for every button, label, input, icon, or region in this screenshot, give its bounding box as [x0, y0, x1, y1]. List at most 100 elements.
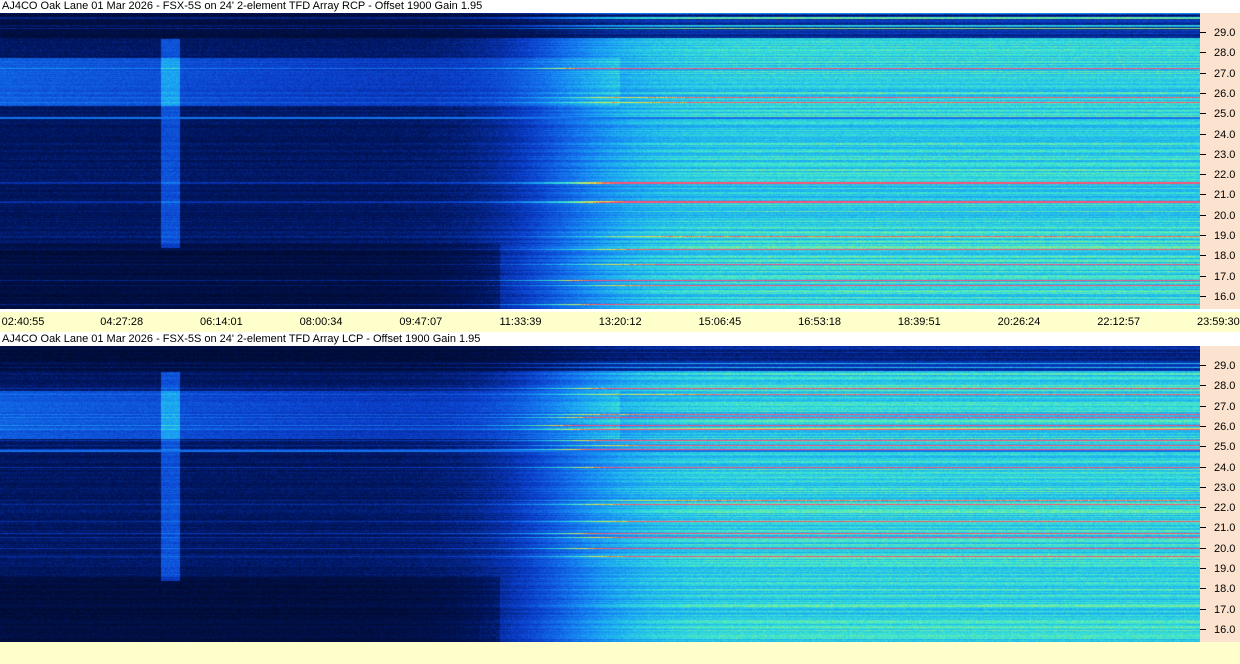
- rcp-freq-tick: 27.0: [1200, 68, 1240, 80]
- lcp-panel-title: AJ4CO Oak Lane 01 Mar 2026 - FSX-5S on 2…: [2, 333, 481, 345]
- time-tick-label: 20:26:24: [997, 316, 1041, 328]
- freq-tick-label: 19.0: [1214, 563, 1236, 575]
- rcp-freq-tick: 17.0: [1200, 271, 1240, 283]
- freq-tick-label: 18.0: [1214, 250, 1236, 263]
- tick-mark: [1200, 275, 1206, 277]
- lcp-waterfall-image: [0, 346, 1200, 642]
- time-tick-label: 13:20:12: [598, 316, 642, 328]
- tick-mark: [1200, 588, 1206, 590]
- time-tick-label: 11:33:39: [499, 316, 542, 328]
- lcp-freq-tick: 27.0: [1200, 401, 1240, 413]
- rcp-frequency-axis: 29.0 28.0 27.0 26.0 25.0 24.0 23.0 22.0 21.0 20.0…: [1200, 13, 1240, 309]
- rcp-freq-tick: 18.0: [1200, 250, 1240, 262]
- freq-tick-label: 20.0: [1214, 542, 1236, 555]
- rcp-freq-tick: 25.0: [1200, 108, 1240, 120]
- tick-mark: [1200, 385, 1206, 387]
- tick-mark: [1200, 527, 1206, 529]
- lcp-freq-tick: 29.0: [1200, 360, 1240, 372]
- lcp-freq-tick: 25.0: [1200, 441, 1240, 453]
- lcp-freq-tick: 17.0: [1200, 604, 1240, 616]
- lcp-freq-tick: 23.0: [1200, 482, 1240, 494]
- freq-tick-label: 25.0: [1214, 441, 1236, 454]
- tick-mark: [1200, 486, 1206, 488]
- rcp-freq-tick: 28.0: [1200, 47, 1240, 59]
- tick-mark: [1200, 92, 1206, 94]
- time-tick-label: 18:39:51: [897, 316, 941, 328]
- time-tick-label: 06:14:01: [199, 316, 243, 328]
- tick-mark: [1200, 72, 1206, 74]
- tick-mark: [1200, 153, 1206, 155]
- lcp-spectrogram: [0, 346, 1200, 642]
- freq-tick-label: 23.0: [1214, 481, 1236, 494]
- tick-mark: [1200, 405, 1206, 407]
- freq-tick-label: 20.0: [1214, 209, 1236, 222]
- lcp-freq-tick: 18.0: [1200, 583, 1240, 595]
- lcp-freq-tick: 16.0: [1200, 624, 1240, 636]
- tick-mark: [1200, 446, 1206, 448]
- rcp-waterfall-image: [0, 13, 1200, 309]
- freq-tick-label: 29.0: [1214, 360, 1236, 372]
- tick-mark: [1200, 194, 1206, 196]
- rcp-freq-tick: 16.0: [1200, 291, 1240, 303]
- rcp-freq-tick: 21.0: [1200, 189, 1240, 201]
- rcp-freq-tick: 24.0: [1200, 129, 1240, 141]
- tick-mark: [1200, 295, 1206, 297]
- freq-tick-label: 18.0: [1214, 583, 1236, 596]
- freq-tick-label: 17.0: [1214, 270, 1236, 283]
- rcp-freq-tick: 23.0: [1200, 149, 1240, 161]
- lcp-freq-tick: 28.0: [1200, 380, 1240, 392]
- tick-mark: [1200, 113, 1206, 115]
- freq-tick-label: 26.0: [1214, 87, 1236, 100]
- time-tick-label: 08:00:34: [299, 316, 343, 328]
- rcp-freq-tick: 19.0: [1200, 230, 1240, 242]
- lcp-freq-tick: 26.0: [1200, 421, 1240, 433]
- freq-tick-label: 24.0: [1214, 461, 1236, 474]
- rcp-spectrogram: [0, 13, 1200, 309]
- freq-tick-label: 17.0: [1214, 603, 1236, 616]
- tick-mark: [1200, 466, 1206, 468]
- tick-mark: [1200, 507, 1206, 509]
- time-tick-label: 16:53:18: [798, 316, 841, 328]
- freq-tick-label: 22.0: [1214, 169, 1236, 182]
- lcp-frequency-axis: 29.0 28.0 27.0 26.0 25.0 24.0 23.0 22.0 21.0 20.0…: [1200, 346, 1240, 642]
- tick-mark: [1200, 608, 1206, 610]
- tick-mark: [1200, 568, 1206, 569]
- freq-tick-label: 19.0: [1214, 230, 1236, 242]
- tick-mark: [1200, 547, 1206, 549]
- rcp-freq-tick: 20.0: [1200, 210, 1240, 222]
- time-axis: 02:40:55 04:27:28 06:14:01 08:00:34 09:47:07…: [0, 312, 1240, 332]
- tick-mark: [1200, 133, 1206, 135]
- tick-mark: [1200, 235, 1206, 236]
- freq-tick-label: 26.0: [1214, 420, 1236, 433]
- tick-mark: [1200, 174, 1206, 176]
- time-tick-label: 02:40:55: [1, 316, 45, 328]
- lcp-freq-tick: 24.0: [1200, 462, 1240, 474]
- tick-mark: [1200, 365, 1206, 366]
- freq-tick-label: 22.0: [1214, 502, 1236, 515]
- tick-mark: [1200, 628, 1206, 630]
- tick-mark: [1200, 52, 1206, 54]
- tick-mark: [1200, 255, 1206, 257]
- tick-mark: [1200, 32, 1206, 33]
- rcp-freq-tick: 26.0: [1200, 88, 1240, 100]
- time-tick-label: 22:12:57: [1097, 316, 1141, 328]
- freq-tick-label: 28.0: [1214, 380, 1236, 393]
- lcp-freq-tick: 22.0: [1200, 502, 1240, 514]
- lcp-freq-tick: 20.0: [1200, 543, 1240, 555]
- lcp-freq-tick: 19.0: [1200, 563, 1240, 575]
- rcp-panel-title: AJ4CO Oak Lane 01 Mar 2026 - FSX-5S on 2…: [2, 0, 483, 12]
- freq-tick-label: 21.0: [1214, 189, 1236, 202]
- freq-tick-label: 21.0: [1214, 522, 1236, 535]
- freq-tick-label: 24.0: [1214, 128, 1236, 141]
- freq-tick-label: 16.0: [1214, 623, 1236, 636]
- time-tick-label: 09:47:07: [399, 316, 443, 328]
- rcp-freq-tick: 29.0: [1200, 27, 1240, 39]
- freq-tick-label: 29.0: [1214, 27, 1236, 39]
- freq-tick-label: 23.0: [1214, 148, 1236, 161]
- freq-tick-label: 25.0: [1214, 108, 1236, 121]
- freq-tick-label: 27.0: [1214, 400, 1236, 413]
- rcp-freq-tick: 22.0: [1200, 169, 1240, 181]
- freq-tick-label: 27.0: [1214, 67, 1236, 80]
- time-tick-label: 15:06:45: [698, 316, 742, 328]
- time-tick-label: 23:59:30: [1196, 316, 1240, 328]
